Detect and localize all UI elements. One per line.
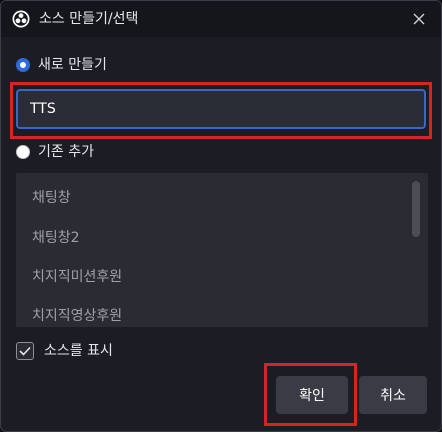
close-icon — [413, 13, 425, 25]
list-item[interactable]: 치지직미션후원 — [32, 268, 122, 286]
list-item[interactable]: 채팅창 — [32, 189, 71, 207]
existing-sources-list[interactable]: 채팅창 채팅창2 치지직미션후원 치지직영상후원 — [16, 173, 428, 327]
add-existing-label: 기존 추가 — [38, 144, 94, 160]
create-new-radio[interactable] — [16, 58, 30, 72]
add-existing-radio-option[interactable]: 기존 추가 — [16, 143, 94, 161]
ok-button[interactable]: 확인 — [276, 376, 348, 414]
create-new-radio-option[interactable]: 새로 만들기 — [16, 56, 107, 74]
title-bar: 소스 만들기/선택 — [1, 1, 441, 37]
dialog-title: 소스 만들기/선택 — [39, 11, 139, 27]
show-source-label: 소스를 표시 — [44, 343, 113, 359]
list-scrollbar[interactable] — [412, 181, 420, 237]
list-item[interactable]: 채팅창2 — [32, 229, 80, 247]
close-button[interactable] — [405, 5, 433, 33]
show-source-checkbox[interactable] — [16, 342, 34, 360]
checkmark-icon — [19, 346, 31, 356]
list-item[interactable]: 치지직영상후원 — [32, 307, 122, 325]
create-new-label: 새로 만들기 — [38, 57, 107, 73]
show-source-option[interactable]: 소스를 표시 — [16, 342, 113, 360]
add-existing-radio[interactable] — [16, 145, 30, 159]
create-select-source-dialog: 소스 만들기/선택 새로 만들기 기존 추가 채팅창 채팅창2 치지직미션후원 … — [0, 0, 442, 432]
cancel-button[interactable]: 취소 — [359, 376, 427, 414]
obs-logo-icon — [12, 10, 30, 28]
source-name-input[interactable] — [16, 89, 426, 129]
